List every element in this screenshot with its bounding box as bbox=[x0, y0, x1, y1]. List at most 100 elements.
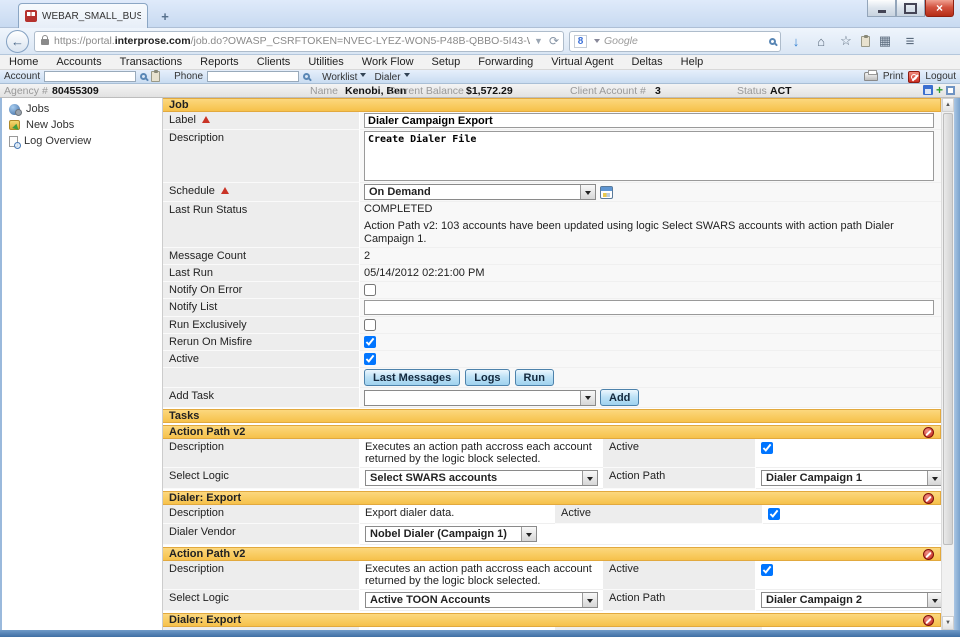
sidebar-item-label: New Jobs bbox=[26, 119, 74, 131]
vertical-scrollbar[interactable]: ▲ ▼ bbox=[941, 98, 954, 630]
back-button[interactable]: ← bbox=[6, 30, 29, 53]
download-icon[interactable]: ↓ bbox=[786, 34, 806, 49]
notify-list-label: Notify List bbox=[163, 299, 360, 317]
search-engine-icon[interactable]: 8 bbox=[574, 35, 587, 48]
run-exclusively-label: Run Exclusively bbox=[163, 317, 360, 334]
account-input[interactable] bbox=[44, 71, 136, 82]
dialer-vendor-select[interactable]: Nobel Dialer (Campaign 1) bbox=[365, 526, 537, 542]
rerun-on-misfire-checkbox[interactable] bbox=[364, 336, 376, 348]
task-active-checkbox[interactable] bbox=[768, 508, 780, 520]
task-description-label: Description bbox=[163, 439, 360, 468]
description-textarea[interactable]: Create Dialer File bbox=[364, 131, 934, 181]
action-path-select[interactable]: Dialer Campaign 2 bbox=[761, 592, 943, 608]
required-icon bbox=[202, 116, 210, 123]
url-bar[interactable]: https://portal.interprose.com/job.do?OWA… bbox=[34, 31, 564, 52]
search-input[interactable]: Google bbox=[604, 35, 765, 47]
schedule-select[interactable]: On Demand bbox=[364, 184, 596, 200]
sidebar-item-log-overview[interactable]: Log Overview bbox=[2, 133, 162, 149]
url-text: https://portal.interprose.com/job.do?OWA… bbox=[54, 35, 530, 47]
active-checkbox[interactable] bbox=[364, 353, 376, 365]
run-exclusively-checkbox[interactable] bbox=[364, 319, 376, 331]
new-tab-button[interactable]: + bbox=[153, 8, 177, 26]
reload-icon[interactable]: ⟳ bbox=[549, 34, 559, 48]
search-icon[interactable] bbox=[769, 38, 776, 45]
save-view-icon[interactable] bbox=[923, 85, 933, 95]
menu-item-virtual-agent[interactable]: Virtual Agent bbox=[542, 56, 622, 68]
menu-item-accounts[interactable]: Accounts bbox=[47, 56, 110, 68]
task-active-checkbox[interactable] bbox=[761, 564, 773, 576]
delete-task-icon[interactable] bbox=[923, 493, 934, 504]
account-search-icon[interactable] bbox=[140, 73, 147, 80]
menu-item-clients[interactable]: Clients bbox=[248, 56, 300, 68]
bookmark-star-icon[interactable]: ☆ bbox=[836, 33, 856, 49]
task-card: Dialer: Export Description Export dialer… bbox=[163, 491, 941, 545]
action-path-select[interactable]: Dialer Campaign 1 bbox=[761, 470, 943, 486]
scroll-down-icon[interactable]: ▼ bbox=[942, 616, 954, 630]
apps-grid-icon[interactable]: ▦ bbox=[875, 33, 895, 49]
scrollbar-thumb[interactable] bbox=[943, 113, 953, 545]
balance-label: Current Balance bbox=[388, 85, 464, 97]
close-button[interactable]: × bbox=[925, 0, 954, 17]
menu-item-utilities[interactable]: Utilities bbox=[299, 56, 352, 68]
search-engine-caret-icon[interactable] bbox=[594, 39, 600, 46]
account-paste-icon[interactable] bbox=[151, 71, 160, 82]
maximize-button[interactable] bbox=[896, 0, 925, 17]
task-description-label: Description bbox=[163, 561, 360, 590]
status-label: Status bbox=[737, 85, 767, 97]
menu-item-workflow[interactable]: Work Flow bbox=[353, 56, 423, 68]
logs-button[interactable]: Logs bbox=[465, 369, 509, 386]
add-task-select[interactable] bbox=[364, 390, 596, 406]
add-task-label: Add Task bbox=[163, 388, 360, 408]
task-active-label: Active bbox=[603, 561, 756, 590]
phone-search-icon[interactable] bbox=[303, 73, 310, 80]
menu-icon[interactable]: ≡ bbox=[900, 33, 920, 50]
menu-item-setup[interactable]: Setup bbox=[423, 56, 470, 68]
last-messages-button[interactable]: Last Messages bbox=[364, 369, 460, 386]
sidebar-item-jobs[interactable]: Jobs bbox=[2, 101, 162, 117]
menu-item-help[interactable]: Help bbox=[672, 56, 713, 68]
select-logic-label: Select Logic bbox=[163, 590, 360, 611]
select-arrow-icon bbox=[927, 471, 942, 485]
task-header: Action Path v2 bbox=[163, 425, 941, 439]
print-icon bbox=[864, 72, 878, 81]
browser-tab[interactable]: WEBAR_SMALL_BUSINESS_DE... bbox=[18, 3, 148, 28]
dialer-dropdown[interactable]: Dialer bbox=[374, 70, 409, 83]
menu-item-forwarding[interactable]: Forwarding bbox=[469, 56, 542, 68]
select-logic-label: Select Logic bbox=[163, 468, 360, 489]
minimize-button[interactable] bbox=[867, 0, 896, 17]
select-logic-select[interactable]: Active TOON Accounts bbox=[365, 592, 598, 608]
select-arrow-icon bbox=[580, 391, 595, 405]
notify-list-input[interactable] bbox=[364, 300, 934, 315]
client-account-value: 3 bbox=[655, 85, 661, 97]
menu-item-reports[interactable]: Reports bbox=[191, 56, 248, 68]
delete-task-icon[interactable] bbox=[923, 549, 934, 560]
balance-value: $1,572.29 bbox=[466, 85, 513, 97]
delete-task-icon[interactable] bbox=[923, 427, 934, 438]
schedule-calendar-icon[interactable] bbox=[600, 186, 613, 199]
search-box[interactable]: 8 Google bbox=[569, 31, 781, 52]
logout-button[interactable]: Logout bbox=[925, 71, 956, 82]
sidebar-item-new-jobs[interactable]: New Jobs bbox=[2, 117, 162, 133]
worklist-dropdown[interactable]: Worklist bbox=[322, 70, 366, 83]
run-button[interactable]: Run bbox=[515, 369, 554, 386]
home-icon[interactable]: ⌂ bbox=[811, 34, 831, 49]
menu-item-home[interactable]: Home bbox=[0, 56, 47, 68]
add-task-button[interactable]: Add bbox=[600, 389, 639, 406]
restore-window-icon[interactable] bbox=[946, 86, 955, 95]
delete-task-icon[interactable] bbox=[923, 615, 934, 626]
select-logic-select[interactable]: Select SWARS accounts bbox=[365, 470, 598, 486]
task-active-checkbox[interactable] bbox=[761, 442, 773, 454]
bookmarks-sidebar-icon[interactable] bbox=[861, 36, 870, 47]
notify-on-error-checkbox[interactable] bbox=[364, 284, 376, 296]
scroll-up-icon[interactable]: ▲ bbox=[942, 98, 954, 112]
add-icon[interactable]: + bbox=[936, 85, 943, 95]
menu-item-transactions[interactable]: Transactions bbox=[111, 56, 192, 68]
label-input[interactable] bbox=[364, 113, 934, 128]
task-description-value: Executes an action path accross each acc… bbox=[360, 439, 603, 468]
menu-item-deltas[interactable]: Deltas bbox=[622, 56, 671, 68]
phone-input[interactable] bbox=[207, 71, 299, 82]
print-button[interactable]: Print bbox=[883, 71, 904, 82]
last-run-status-label: Last Run Status bbox=[163, 202, 360, 248]
url-dropdown-icon[interactable]: ▼ bbox=[534, 36, 543, 46]
sidebar-item-label: Jobs bbox=[26, 103, 49, 115]
